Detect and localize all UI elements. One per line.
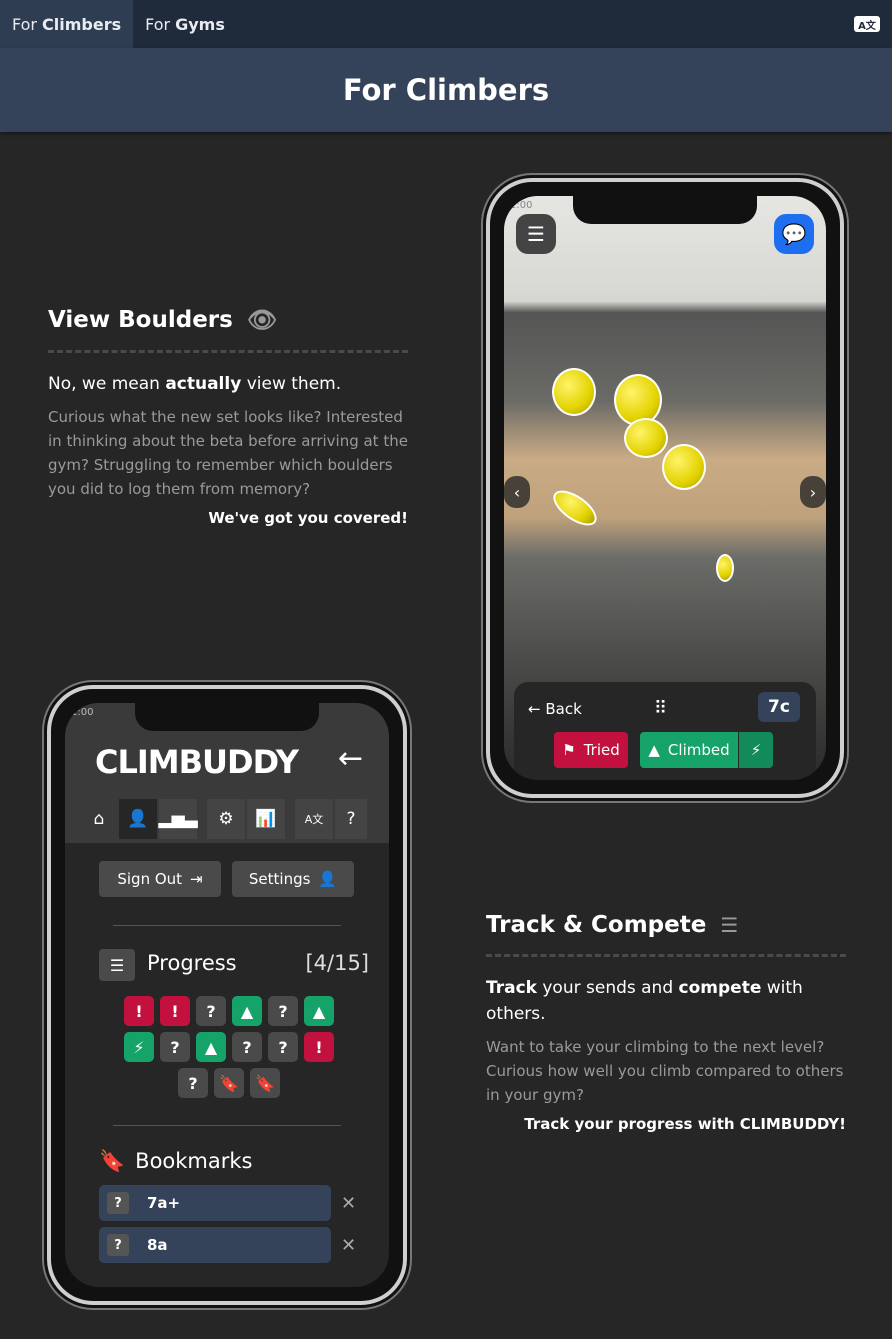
progress-tile[interactable]: ? bbox=[268, 1032, 298, 1062]
climbed-button[interactable]: ▲ Climbed bbox=[640, 732, 738, 768]
tab-label: For bbox=[12, 14, 37, 34]
progress-tile[interactable]: ▲ bbox=[232, 996, 262, 1026]
remove-bookmark-icon[interactable]: ✕ bbox=[341, 1235, 356, 1256]
bookmark-item[interactable]: ? 7a+ bbox=[99, 1185, 331, 1221]
remove-bookmark-icon[interactable]: ✕ bbox=[341, 1193, 356, 1214]
flash-button[interactable]: ⚡ bbox=[739, 732, 773, 768]
track-compete-section: Track & Compete ☰ Track your sends and co… bbox=[486, 912, 846, 1133]
divider bbox=[48, 350, 408, 353]
home-icon[interactable]: ⌂ bbox=[81, 799, 117, 839]
progress-count: [4/15] bbox=[305, 951, 369, 975]
view-boulders-section: View Boulders 👁 No, we mean actually view… bbox=[48, 306, 408, 527]
progress-tile[interactable]: ! bbox=[304, 1032, 334, 1062]
stats-icon[interactable]: 📊 bbox=[247, 799, 285, 839]
eye-icon: 👁 bbox=[246, 306, 278, 334]
app-tabbar: ⌂ 👤 ▂▅▃ ⚙ 📊 A文 ? bbox=[81, 799, 367, 839]
checklist-icon: ☰ bbox=[99, 949, 135, 981]
flag-icon: ⚑ bbox=[562, 741, 576, 759]
bookmark-item[interactable]: ? 8a bbox=[99, 1227, 331, 1263]
profile-icon[interactable]: 👤 bbox=[119, 799, 157, 839]
menu-icon[interactable]: ☰ bbox=[516, 214, 556, 254]
mountain-icon: ▲ bbox=[648, 741, 660, 759]
grid-icon[interactable]: ⠿ bbox=[654, 698, 667, 719]
tab-label: For bbox=[145, 14, 171, 34]
settings-gears-icon[interactable]: ⚙ bbox=[207, 799, 245, 839]
tab-for-climbers[interactable]: For Climbers bbox=[0, 0, 134, 48]
phone-mockup-view: 1:00 ☰ 💬 ‹ › ← Back ⠿ 7c ⚑ Tried ▲ Climbed… bbox=[486, 178, 844, 798]
progress-tile[interactable]: ▲ bbox=[304, 996, 334, 1026]
section-lead: No, we mean actually view them. bbox=[48, 374, 342, 394]
next-arrow-icon[interactable]: › bbox=[800, 476, 826, 508]
progress-tile[interactable]: ▲ bbox=[196, 1032, 226, 1062]
language-icon[interactable]: A文 bbox=[295, 799, 333, 839]
progress-tile[interactable]: ⚡ bbox=[124, 1032, 154, 1062]
section-lead: Track your sends and compete with others… bbox=[486, 978, 803, 1024]
tab-label-bold: Gyms bbox=[175, 14, 225, 34]
chat-icon[interactable]: 💬 bbox=[774, 214, 814, 254]
back-button[interactable]: ← Back bbox=[528, 700, 582, 718]
checklist-icon: ☰ bbox=[720, 913, 739, 937]
progress-label: Progress bbox=[147, 951, 237, 975]
progress-tile[interactable]: ? bbox=[196, 996, 226, 1026]
climbuddy-logo: CLIMBUDDY bbox=[95, 743, 299, 781]
clock: 1:00 bbox=[510, 200, 533, 211]
progress-tile[interactable]: 🔖 bbox=[250, 1068, 280, 1098]
language-icon[interactable]: A文 bbox=[854, 16, 880, 32]
clock: 1:00 bbox=[71, 707, 94, 718]
section-title: Track & Compete bbox=[486, 912, 707, 938]
section-description: Want to take your climbing to the next l… bbox=[486, 1038, 844, 1104]
progress-tile[interactable]: ! bbox=[124, 996, 154, 1026]
grade-badge: 7c bbox=[758, 692, 800, 722]
progress-tile[interactable]: 🔖 bbox=[214, 1068, 244, 1098]
section-description: Curious what the new set looks like? Int… bbox=[48, 408, 408, 498]
boulder-action-panel: ← Back ⠿ 7c ⚑ Tried ▲ Climbed ⚡ bbox=[514, 682, 816, 780]
divider bbox=[113, 925, 341, 926]
tried-button[interactable]: ⚑ Tried bbox=[554, 732, 628, 768]
progress-tile[interactable]: ? bbox=[268, 996, 298, 1026]
tab-label-bold: Climbers bbox=[42, 14, 122, 34]
divider bbox=[113, 1125, 341, 1126]
bookmark-icon: 🔖 bbox=[99, 1149, 126, 1173]
top-nav: For Climbers For Gyms A文 bbox=[0, 0, 892, 48]
section-title: View Boulders bbox=[48, 307, 233, 333]
divider bbox=[486, 954, 846, 957]
progress-tile[interactable]: ? bbox=[160, 1032, 190, 1062]
progress-tile[interactable]: ! bbox=[160, 996, 190, 1026]
sign-out-button[interactable]: Sign Out ⇥ bbox=[99, 861, 221, 897]
settings-button[interactable]: Settings 👤 bbox=[232, 861, 354, 897]
help-icon[interactable]: ? bbox=[335, 799, 367, 839]
page-title: For Climbers bbox=[0, 48, 892, 132]
progress-tiles: !!? ▲? ▲ ⚡? ▲??!? 🔖 🔖 bbox=[113, 993, 345, 1101]
tab-for-gyms[interactable]: For Gyms bbox=[133, 0, 237, 48]
back-arrow-icon[interactable]: ← bbox=[338, 741, 363, 776]
progress-tile[interactable]: ? bbox=[232, 1032, 262, 1062]
phone-mockup-track: 1:00 CLIMBUDDY ← ⌂ 👤 ▂▅▃ ⚙ 📊 A文 ? Sign O… bbox=[47, 685, 407, 1305]
leaderboard-icon[interactable]: ▂▅▃ bbox=[158, 799, 198, 839]
bookmarks-header: 🔖 Bookmarks bbox=[99, 1149, 253, 1173]
prev-arrow-icon[interactable]: ‹ bbox=[504, 476, 530, 508]
progress-tile[interactable]: ? bbox=[178, 1068, 208, 1098]
section-cta: We've got you covered! bbox=[208, 509, 408, 527]
section-cta: Track your progress with CLIMBUDDY! bbox=[524, 1115, 846, 1133]
